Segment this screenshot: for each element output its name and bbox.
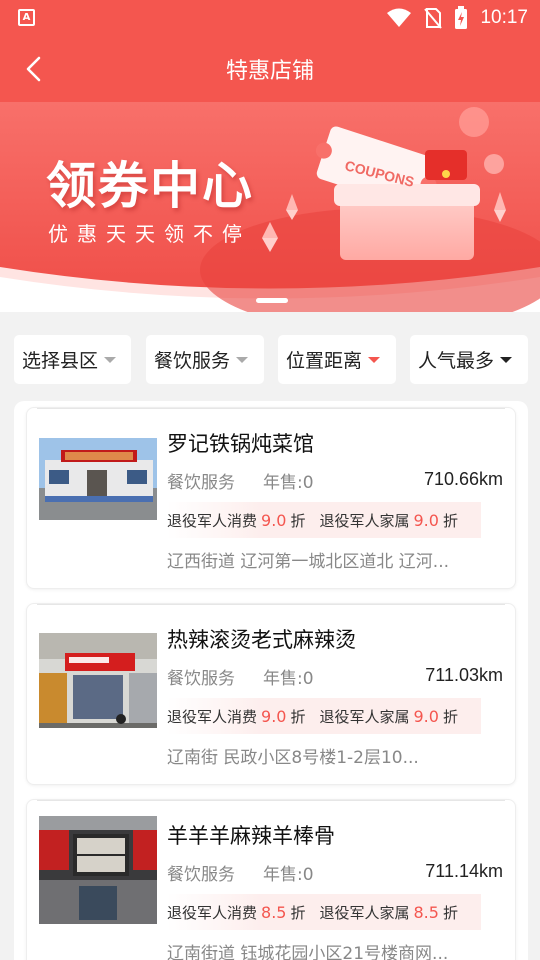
shop-distance: 710.66km	[423, 469, 503, 489]
page-title: 特惠店铺	[225, 59, 314, 84]
shop-annual-sales: 年售:0	[263, 473, 314, 493]
veteran-discount-label: 退役军人消费	[167, 903, 258, 922]
banner-subtitle: 优惠天天领不停	[48, 222, 251, 246]
family-discount-rate: 8.5	[413, 902, 439, 922]
veteran-discount-label: 退役军人消费	[167, 707, 258, 726]
shop-photo	[39, 816, 157, 924]
filter-label: 选择县区	[22, 350, 99, 372]
filter-label: 位置距离	[286, 350, 363, 372]
family-discount-label: 退役军人家属	[319, 707, 410, 726]
discount-row: 退役军人消费 8.5 折 退役军人家属 8.5 折	[167, 894, 481, 930]
app-notification-icon: A	[18, 9, 35, 26]
veteran-discount-rate: 9.0	[261, 706, 287, 726]
divider	[37, 800, 505, 801]
battery-charging-icon	[455, 6, 468, 29]
veteran-discount-rate: 9.0	[261, 510, 287, 530]
shop-category: 餐饮服务	[167, 865, 235, 885]
banner-title: 领券中心	[46, 157, 254, 215]
shop-list: 罗记铁锅炖菜馆 餐饮服务 年售:0 710.66km 退役军人消费 9.0 折 …	[14, 401, 528, 960]
discount-unit: 折	[442, 511, 458, 530]
family-discount-label: 退役军人家属	[319, 903, 410, 922]
shop-name: 罗记铁锅炖菜馆	[167, 432, 314, 456]
no-sim-icon	[424, 8, 443, 29]
filter-category[interactable]: 餐饮服务	[146, 335, 264, 384]
family-discount-rate: 9.0	[413, 510, 439, 530]
veteran-discount-label: 退役军人消费	[167, 511, 258, 530]
status-bar: A 10:17	[0, 0, 540, 36]
shop-card[interactable]: 羊羊羊麻辣羊棒骨 餐饮服务 年售:0 711.14km 退役军人消费 8.5 折…	[26, 799, 516, 960]
shop-card[interactable]: 热辣滚烫老式麻辣烫 餐饮服务 年售:0 711.03km 退役军人消费 9.0 …	[26, 603, 516, 785]
banner-page-indicator	[256, 298, 288, 303]
discount-unit: 折	[290, 707, 306, 726]
clock: 10:17	[480, 7, 528, 28]
shop-address: 辽南街 民政小区8号楼1-2层10...	[167, 748, 419, 768]
discount-unit: 折	[442, 707, 458, 726]
filter-distance[interactable]: 位置距离	[278, 335, 396, 384]
shop-name: 羊羊羊麻辣羊棒骨	[167, 824, 335, 848]
shop-distance: 711.03km	[425, 665, 503, 685]
shop-annual-sales: 年售:0	[263, 669, 314, 689]
shop-photo	[39, 633, 157, 728]
shop-category: 餐饮服务	[167, 669, 235, 689]
filter-label: 人气最多	[418, 350, 495, 372]
shop-address: 辽西街道 辽河第一城北区道北 辽河...	[167, 552, 450, 572]
divider	[37, 604, 505, 605]
coupon-banner[interactable]: 领券中心 优惠天天领不停 COUPONS	[0, 102, 540, 312]
status-icons: 10:17	[386, 5, 528, 31]
nav-bar: 特惠店铺	[0, 36, 540, 102]
discount-unit: 折	[290, 903, 306, 922]
family-discount-rate: 9.0	[413, 706, 439, 726]
filter-bar: 选择县区 餐饮服务 位置距离 人气最多	[0, 312, 540, 400]
shop-name: 热辣滚烫老式麻辣烫	[167, 628, 356, 652]
discount-row: 退役军人消费 9.0 折 退役军人家属 9.0 折	[167, 502, 481, 538]
svg-text:COUPONS: COUPONS	[343, 160, 416, 190]
family-discount-label: 退役军人家属	[319, 511, 410, 530]
shop-category: 餐饮服务	[167, 473, 235, 493]
filter-label: 餐饮服务	[154, 350, 231, 372]
dropdown-caret-icon	[104, 356, 117, 363]
filter-popularity[interactable]: 人气最多	[410, 335, 528, 384]
shop-annual-sales: 年售:0	[263, 865, 314, 885]
shop-card[interactable]: 罗记铁锅炖菜馆 餐饮服务 年售:0 710.66km 退役军人消费 9.0 折 …	[26, 407, 516, 589]
dropdown-caret-icon	[500, 356, 513, 363]
dropdown-caret-icon	[236, 356, 249, 363]
shop-address: 辽南街道 钰城花园小区21号楼商网...	[167, 944, 449, 960]
discount-unit: 折	[290, 511, 306, 530]
discount-row: 退役军人消费 9.0 折 退役军人家属 9.0 折	[167, 698, 481, 734]
shop-photo	[39, 438, 157, 520]
discount-unit: 折	[442, 903, 458, 922]
veteran-discount-rate: 8.5	[261, 902, 287, 922]
wifi-icon	[387, 8, 412, 27]
coupon-label: COUPONS	[343, 160, 416, 190]
shop-distance: 711.14km	[425, 861, 503, 881]
dropdown-caret-icon	[368, 356, 381, 363]
divider	[37, 408, 505, 409]
filter-district[interactable]: 选择县区	[14, 335, 131, 384]
